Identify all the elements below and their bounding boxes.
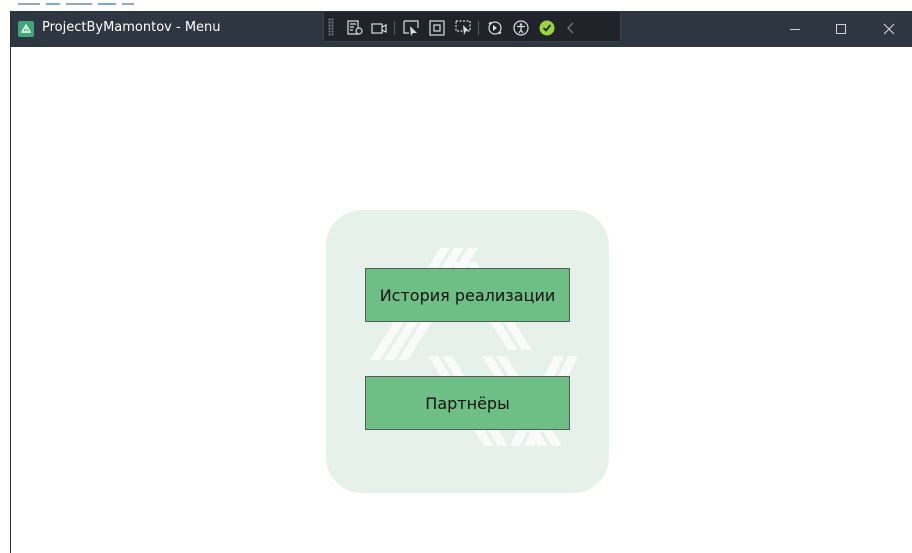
title-bar[interactable]: ProjectByMamontov - Menu (10, 11, 912, 47)
live-visual-tree-icon[interactable] (346, 19, 364, 37)
accessibility-checker-icon[interactable] (512, 19, 530, 37)
record-video-icon[interactable] (370, 19, 388, 37)
select-element-icon[interactable] (402, 19, 420, 37)
maximize-icon (836, 24, 846, 34)
track-focused-element-icon[interactable] (454, 19, 472, 37)
app-leaf-icon (18, 21, 34, 37)
background-text-fragment (18, 3, 134, 5)
window-title: ProjectByMamontov - Menu (42, 20, 221, 35)
minimize-icon (790, 29, 800, 30)
collapse-toolbar-chevron-icon[interactable] (562, 19, 580, 37)
menu-panel: История реализации Партнёры (326, 210, 609, 493)
maximize-button[interactable] (818, 11, 864, 47)
partners-button[interactable]: Партнёры (365, 376, 570, 430)
binding-failures-ok-icon[interactable] (538, 19, 556, 37)
leaf-pattern-decoration (370, 248, 578, 446)
minimize-button[interactable] (772, 11, 818, 47)
app-window: ProjectByMamontov - Menu История реализа… (10, 11, 912, 553)
toolbar-grip[interactable] (328, 18, 334, 36)
close-icon (883, 23, 895, 35)
window-left-border (10, 11, 11, 553)
toolbar-separator (478, 21, 479, 35)
debug-toolbar (323, 12, 621, 42)
display-layout-adorners-icon[interactable] (428, 19, 446, 37)
close-button[interactable] (866, 11, 912, 47)
sales-history-button[interactable]: История реализации (365, 268, 570, 322)
hot-reload-icon[interactable] (486, 19, 504, 37)
toolbar-separator (394, 21, 395, 35)
